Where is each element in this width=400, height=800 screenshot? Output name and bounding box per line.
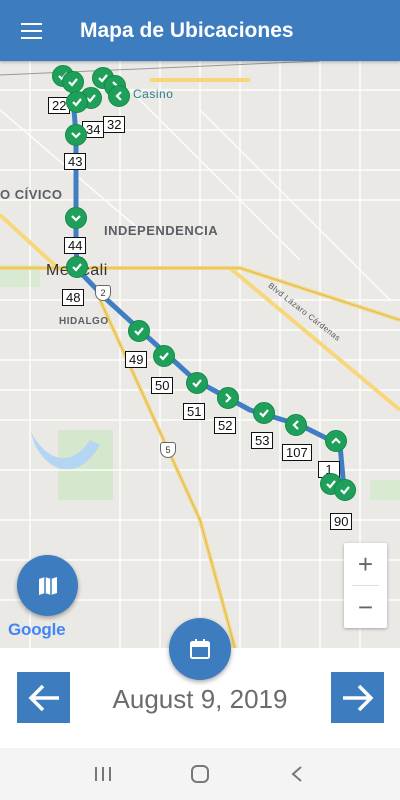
- stop-label: 49: [125, 351, 148, 368]
- check-icon: [192, 379, 202, 388]
- chevron-icon: [115, 91, 122, 101]
- location-pin[interactable]: [62, 71, 84, 93]
- back-button[interactable]: [277, 754, 317, 794]
- recent-apps-button[interactable]: [83, 754, 123, 794]
- google-attribution: Google: [8, 620, 66, 640]
- page-title: Mapa de Ubicaciones: [80, 18, 294, 42]
- location-pin[interactable]: [325, 430, 347, 452]
- location-pin[interactable]: [128, 320, 150, 342]
- area-label-civico: O CÍVICO: [0, 187, 63, 202]
- check-icon: [134, 327, 144, 336]
- highway-shield: 2: [95, 285, 111, 301]
- location-pin[interactable]: [285, 414, 307, 436]
- location-pin[interactable]: [65, 207, 87, 229]
- location-pin[interactable]: [253, 402, 275, 424]
- home-icon: [190, 765, 209, 783]
- check-icon: [159, 352, 169, 361]
- arrow-left-icon: [28, 684, 59, 711]
- zoom-out-button[interactable]: −: [344, 586, 387, 628]
- stop-label: 48: [62, 289, 85, 306]
- home-button[interactable]: [180, 754, 220, 794]
- hamburger-icon: [20, 22, 42, 39]
- next-day-button[interactable]: [331, 672, 384, 723]
- app-bar: Mapa de Ubicaciones: [0, 0, 400, 61]
- stop-label: 52: [214, 417, 237, 434]
- chevron-down-icon: [71, 132, 81, 139]
- check-icon: [68, 78, 78, 87]
- stop-label: 53: [251, 432, 274, 449]
- check-icon: [72, 263, 82, 272]
- selected-date: August 9, 2019: [112, 684, 288, 714]
- chevron-up-icon: [331, 437, 341, 444]
- highway-shield: 5: [160, 442, 176, 458]
- stop-label: 32: [103, 116, 126, 133]
- chevron-down-icon: [71, 215, 81, 222]
- map-type-button[interactable]: [17, 555, 78, 616]
- check-icon: [259, 409, 269, 418]
- location-pin[interactable]: [153, 345, 175, 367]
- stop-label: 90: [330, 513, 353, 530]
- zoom-controls: + −: [344, 543, 387, 628]
- stop-label: 51: [183, 403, 206, 420]
- recent-apps-icon: [95, 767, 112, 781]
- back-icon: [291, 766, 302, 782]
- app-root: Mapa de Ubicaciones O CÍVICO INDEPENDENC…: [0, 0, 400, 800]
- google-logo-text: Google: [8, 620, 66, 639]
- location-pin[interactable]: [108, 85, 130, 107]
- stop-label: 43: [64, 153, 87, 170]
- check-icon: [72, 98, 82, 107]
- check-icon: [340, 486, 350, 495]
- area-label-independencia: INDEPENDENCIA: [104, 223, 219, 238]
- location-pin[interactable]: [186, 372, 208, 394]
- map-icon: [38, 576, 57, 595]
- calendar-button[interactable]: [169, 618, 231, 680]
- location-pin[interactable]: [66, 256, 88, 278]
- arrow-right-icon: [342, 684, 373, 711]
- location-pin[interactable]: [66, 91, 88, 113]
- system-navigation-bar: [0, 748, 400, 800]
- stop-label: 44: [64, 237, 87, 254]
- chevron-icon: [225, 393, 232, 403]
- stop-label: 50: [151, 377, 174, 394]
- area-label-hidalgo: HIDALGO: [59, 316, 109, 327]
- location-pin[interactable]: [217, 387, 239, 409]
- previous-day-button[interactable]: [17, 672, 70, 723]
- location-pin[interactable]: [65, 124, 87, 146]
- menu-button[interactable]: [0, 0, 62, 61]
- calendar-icon: [190, 639, 210, 659]
- stop-label: 107: [282, 444, 312, 461]
- chevron-icon: [292, 420, 299, 430]
- zoom-in-button[interactable]: +: [344, 543, 387, 585]
- location-pin[interactable]: [334, 479, 356, 501]
